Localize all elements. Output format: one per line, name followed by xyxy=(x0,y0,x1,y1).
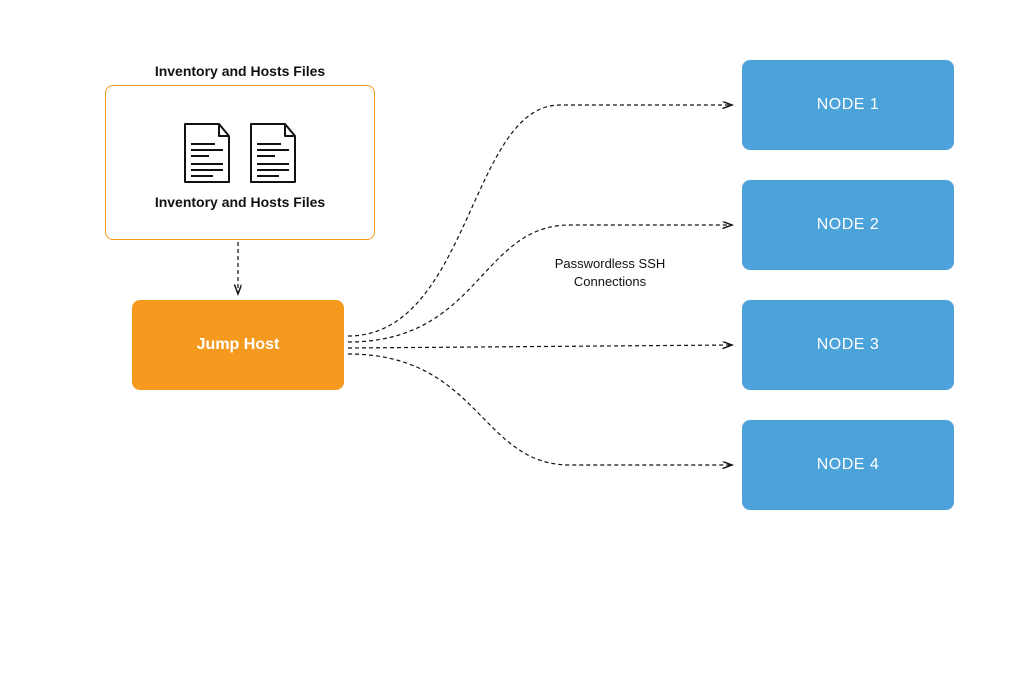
document-icon xyxy=(247,122,299,184)
files-title-outer: Inventory and Hosts Files xyxy=(105,63,375,79)
files-label-inside: Inventory and Hosts Files xyxy=(155,194,325,210)
document-icons-group xyxy=(181,122,299,184)
node-2-box: NODE 2 xyxy=(742,180,954,270)
node-3-box: NODE 3 xyxy=(742,300,954,390)
node-3-label: NODE 3 xyxy=(817,336,880,354)
jump-host-label: Jump Host xyxy=(197,336,280,354)
node-4-box: NODE 4 xyxy=(742,420,954,510)
node-1-label: NODE 1 xyxy=(817,96,880,114)
document-icon xyxy=(181,122,233,184)
arrow-jumphost-to-node3 xyxy=(348,345,732,348)
ssh-connections-label: Passwordless SSH Connections xyxy=(525,255,695,291)
node-1-box: NODE 1 xyxy=(742,60,954,150)
arrow-jumphost-to-node4 xyxy=(348,354,732,465)
inventory-files-box: Inventory and Hosts Files xyxy=(105,85,375,240)
node-2-label: NODE 2 xyxy=(817,216,880,234)
arrow-jumphost-to-node1 xyxy=(348,105,732,336)
jump-host-box: Jump Host xyxy=(132,300,344,390)
node-4-label: NODE 4 xyxy=(817,456,880,474)
